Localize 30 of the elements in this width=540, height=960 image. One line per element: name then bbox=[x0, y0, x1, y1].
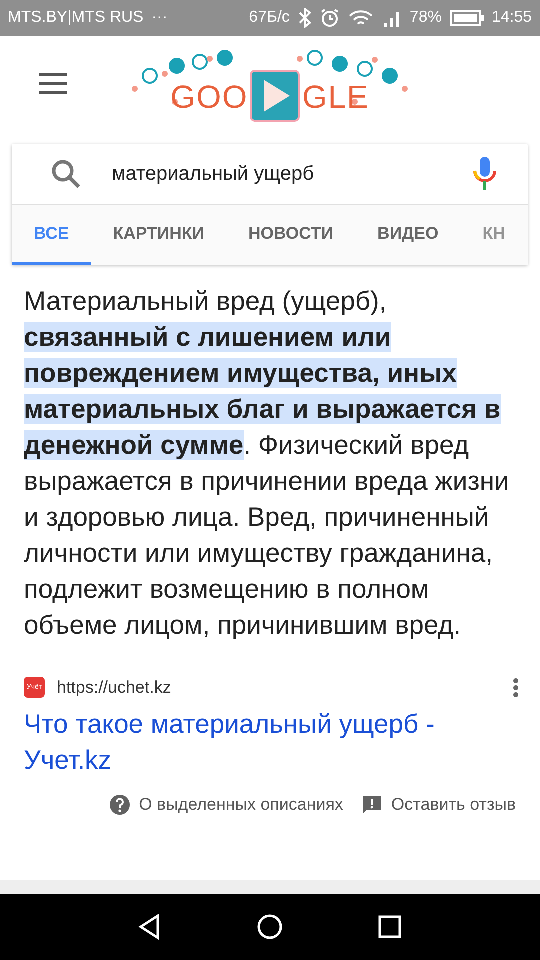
logo-text: GLE bbox=[302, 79, 370, 116]
carrier-name: MTS.BY|MTS RUS bbox=[8, 9, 144, 27]
alarm-icon bbox=[320, 8, 340, 28]
play-icon bbox=[250, 70, 300, 122]
recents-icon[interactable] bbox=[376, 913, 404, 941]
logo-text: GOO bbox=[170, 79, 248, 116]
clock: 14:55 bbox=[492, 9, 532, 27]
network-speed: 67Б/с bbox=[249, 9, 290, 27]
feedback-icon bbox=[361, 794, 384, 816]
home-icon[interactable] bbox=[256, 913, 284, 941]
feedback-link[interactable]: Оставить отзыв bbox=[391, 795, 516, 815]
microphone-icon[interactable] bbox=[472, 156, 498, 192]
source-url: https://uchet.kz bbox=[57, 678, 172, 698]
search-tab[interactable]: КН bbox=[460, 205, 506, 265]
search-tab[interactable]: НОВОСТИ bbox=[226, 205, 356, 265]
featured-snippet-text: Материальный вред (ущерб), связанный с лишением или повреждением имущества, иных материальных благ и выражается в денежной сумме. Физический вред выражается в причинении вреда жизни и здоровью лица. Вред, причиненный личности или имуществу гражданина, подлежит возмещению в полном объеме лицом, причинившим вред. bbox=[23, 285, 510, 642]
about-snippets-link[interactable]: О выделенных описаниях bbox=[139, 795, 344, 815]
battery-percent: 78% bbox=[410, 9, 442, 27]
search-tab[interactable]: ВСЕ bbox=[12, 205, 92, 265]
battery-icon bbox=[450, 9, 484, 27]
notification-dots: ··· bbox=[152, 9, 168, 27]
search-tab[interactable]: ВИДЕО bbox=[356, 205, 461, 265]
more-options-icon[interactable] bbox=[513, 678, 519, 698]
bluetooth-icon bbox=[298, 8, 312, 28]
search-field[interactable]: материальный ущерб bbox=[112, 162, 472, 186]
help-icon bbox=[109, 794, 132, 816]
result-title-link[interactable]: Что такое материальный ущерб - Учет.kz bbox=[24, 706, 516, 778]
search-tab[interactable]: КАРТИНКИ bbox=[91, 205, 226, 265]
menu-icon[interactable] bbox=[38, 72, 68, 96]
search-icon[interactable] bbox=[50, 158, 82, 190]
